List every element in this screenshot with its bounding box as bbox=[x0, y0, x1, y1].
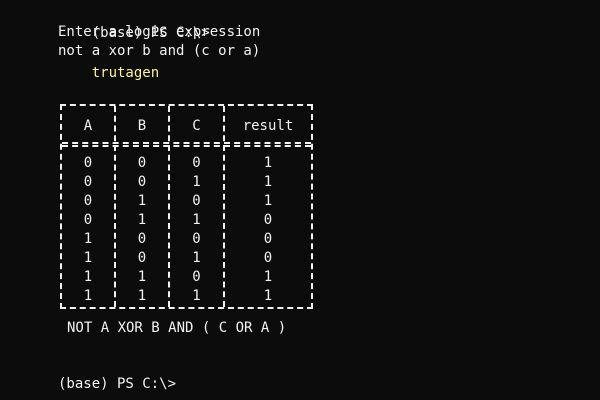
header-a: A bbox=[83, 118, 93, 134]
table-cell: 1 bbox=[263, 193, 273, 209]
table-cell: 1 bbox=[263, 288, 273, 304]
table-cell: 0 bbox=[83, 155, 93, 171]
table-cell: 1 bbox=[192, 212, 201, 228]
table-cell: 1 bbox=[192, 174, 201, 190]
terminal-window[interactable]: (base) PS C:\> trutagen Enter a logic ex… bbox=[0, 0, 600, 400]
output-line-2: not a xor b and (c or a) bbox=[58, 43, 261, 59]
header-b: B bbox=[137, 118, 147, 134]
table-cell: 1 bbox=[83, 288, 93, 304]
table-cell: 1 bbox=[263, 174, 273, 190]
table-cell: 0 bbox=[137, 231, 147, 247]
table-cell: 0 bbox=[137, 155, 147, 171]
table-cell: 1 bbox=[137, 288, 147, 304]
table-cell: 1 bbox=[192, 288, 201, 304]
table-cell: 1 bbox=[83, 250, 93, 266]
table-cell: 0 bbox=[83, 193, 93, 209]
table-cell: 1 bbox=[137, 269, 147, 285]
output-line-1: Enter a logic expression bbox=[58, 24, 261, 40]
table-cell: 0 bbox=[192, 193, 201, 209]
table-cell: 1 bbox=[137, 193, 147, 209]
table-cell: 0 bbox=[83, 212, 93, 228]
table-cell: 0 bbox=[192, 269, 201, 285]
table-cell: 0 bbox=[137, 174, 147, 190]
column-result: 1 1 1 0 0 0 1 1 bbox=[225, 154, 311, 306]
header-divider bbox=[62, 145, 311, 147]
header-divider bbox=[62, 142, 311, 144]
table-cell: 1 bbox=[263, 155, 273, 171]
table-cell: 1 bbox=[192, 250, 201, 266]
table-cell: 1 bbox=[83, 269, 93, 285]
final-prompt[interactable]: (base) PS C:\> bbox=[58, 374, 176, 394]
table-cell: 0 bbox=[192, 155, 201, 171]
header-c: C bbox=[192, 118, 201, 134]
prompt-line: (base) PS C:\> trutagen bbox=[58, 3, 210, 81]
table-cell: 0 bbox=[192, 231, 201, 247]
truth-table: A B C result 0 0 0 0 1 1 1 1 0 0 1 1 0 0… bbox=[60, 104, 313, 309]
table-cell: 0 bbox=[263, 212, 273, 228]
table-cell: 0 bbox=[263, 231, 273, 247]
column-a: 0 0 0 0 1 1 1 1 bbox=[62, 154, 114, 306]
column-c: 0 1 0 1 0 1 0 1 bbox=[170, 154, 223, 306]
parsed-expression: NOT A XOR B AND ( C OR A ) bbox=[67, 320, 287, 336]
table-cell: 1 bbox=[263, 269, 273, 285]
table-cell: 1 bbox=[137, 212, 147, 228]
table-cell: 0 bbox=[137, 250, 147, 266]
command-text: trutagen bbox=[91, 65, 160, 81]
header-result: result bbox=[242, 118, 294, 134]
table-cell: 1 bbox=[83, 231, 93, 247]
table-cell: 0 bbox=[83, 174, 93, 190]
column-b: 0 0 1 1 0 0 1 1 bbox=[116, 154, 168, 306]
table-cell: 0 bbox=[263, 250, 273, 266]
